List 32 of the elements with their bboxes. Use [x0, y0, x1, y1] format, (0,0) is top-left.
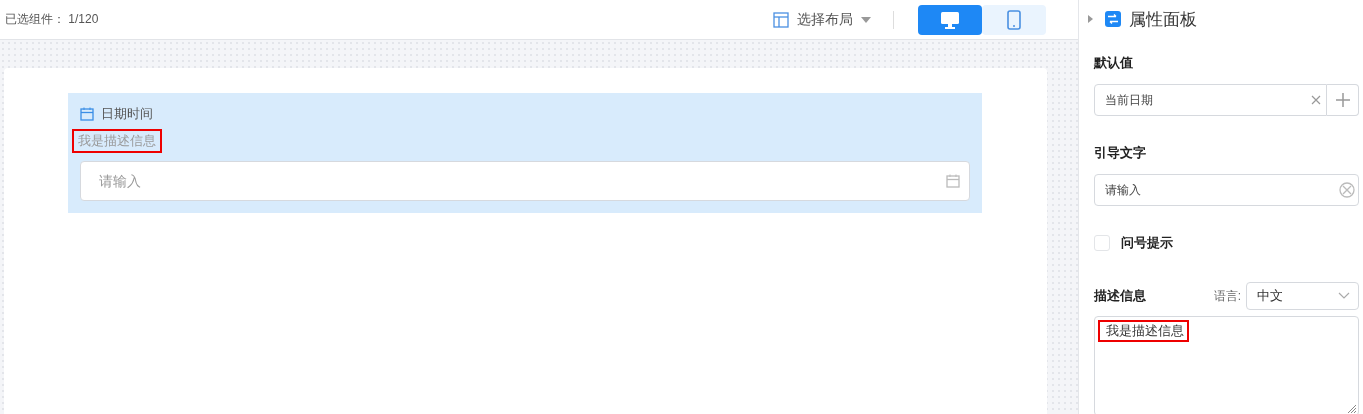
field-description: 我是描述信息 [72, 129, 162, 153]
selection-count: 已选组件： 1/120 [5, 11, 99, 28]
form-field-block[interactable]: 日期时间 我是描述信息 请输入 [68, 93, 982, 213]
add-button[interactable] [1327, 84, 1359, 116]
language-label: 语言: [1213, 287, 1241, 305]
panel-title: 属性面板 [1129, 8, 1197, 31]
plus-icon [1334, 92, 1351, 108]
field-label: 描述信息 [1094, 287, 1146, 305]
chevron-down-icon [1338, 292, 1350, 300]
calendar-icon [946, 174, 960, 188]
field-label: 默认值 [1094, 54, 1134, 72]
resize-grip-icon[interactable] [1348, 405, 1356, 413]
view-mode-tab[interactable] [982, 4, 1046, 35]
calendar-icon [80, 107, 94, 121]
guide-text-field[interactable]: 请输入 [1094, 174, 1359, 206]
view-mode-tab[interactable] [918, 4, 982, 35]
date-input-field[interactable]: 请输入 [80, 161, 970, 201]
clear-icon[interactable] [1339, 182, 1355, 198]
monitor-icon [940, 10, 960, 29]
layout-icon [773, 11, 789, 28]
close-icon[interactable] [1311, 95, 1321, 105]
default-value-field[interactable]: 当前日期 [1094, 84, 1327, 116]
description-textarea[interactable]: 我是描述信息 [1094, 316, 1359, 414]
tablet-icon [1007, 9, 1021, 30]
field-label: 引导文字 [1094, 144, 1147, 162]
settings-icon [1105, 11, 1121, 27]
language-select[interactable]: 中文 [1246, 282, 1359, 310]
checkbox-label: 问号提示 [1121, 234, 1173, 252]
description-text: 我是描述信息 [1098, 320, 1189, 342]
layout-select[interactable]: 选择布局 [773, 10, 871, 29]
field-label: 日期时间 [101, 105, 153, 123]
checkbox[interactable] [1094, 235, 1110, 251]
